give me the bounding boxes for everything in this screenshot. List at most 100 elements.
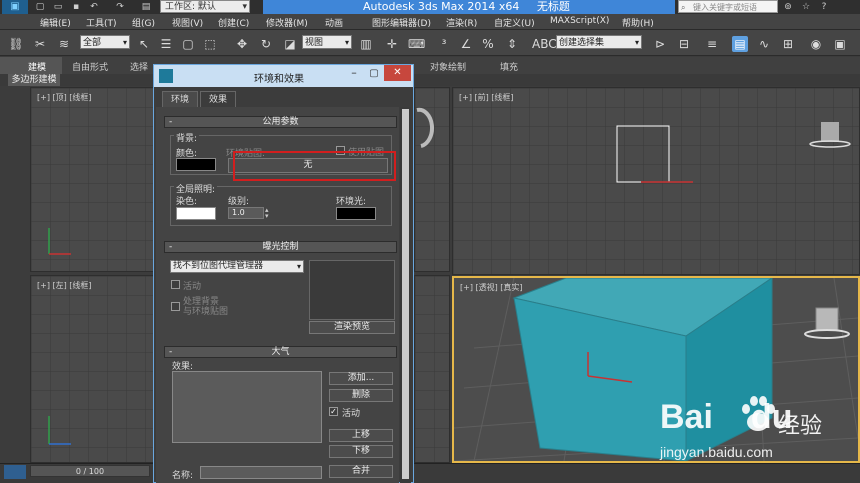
ribbon-tab-modeling[interactable]: 建模 xyxy=(28,60,46,73)
curve-editor-icon[interactable]: ∿ xyxy=(756,36,772,52)
baidu-paw-icon xyxy=(742,396,775,431)
exposure-active-checkbox[interactable] xyxy=(171,280,180,289)
mirror-icon[interactable]: ⊳ xyxy=(652,36,668,52)
bind-space-warp-icon[interactable]: ≋ xyxy=(56,36,72,52)
close-icon[interactable]: ✕ xyxy=(384,65,411,81)
window-crossing-icon[interactable]: ⬚ xyxy=(202,36,218,52)
tint-color-swatch[interactable] xyxy=(176,207,216,220)
select-link-icon[interactable]: ⛓ xyxy=(8,36,24,52)
ribbon-tab-freeform[interactable]: 自由形式 xyxy=(72,60,108,73)
delete-effect-button[interactable]: 删除 xyxy=(329,389,393,402)
keyboard-shortcut-icon[interactable]: ⌨ xyxy=(408,36,425,52)
effect-name-input[interactable] xyxy=(200,466,322,479)
percent-snap-icon[interactable]: % xyxy=(480,36,496,52)
rollout-common-params[interactable]: - 公用参数 xyxy=(164,116,397,128)
reference-coord-select[interactable]: 视图 ▾ xyxy=(302,35,352,49)
named-selection-select[interactable]: 创建选择集 ▾ xyxy=(556,35,642,49)
align-icon[interactable]: ⊟ xyxy=(676,36,692,52)
search-input[interactable]: ⌕ 键入关键字或短语 xyxy=(678,0,778,13)
viewport-front[interactable]: [+] [前] [线框] xyxy=(452,87,860,275)
select-object-icon[interactable]: ↖ xyxy=(136,36,152,52)
save-file-icon[interactable]: ▪ xyxy=(70,1,82,13)
redo-icon[interactable]: ↷ xyxy=(114,1,126,13)
viewport-left-label[interactable]: [+] [左] [线框] xyxy=(37,280,92,291)
menu-graph-editors[interactable]: 图形编辑器(D) xyxy=(372,16,431,29)
add-effect-button[interactable]: 添加... xyxy=(329,372,393,385)
help-icon[interactable]: ? xyxy=(818,1,830,13)
edit-named-selection-icon[interactable]: ABC xyxy=(532,36,557,52)
menu-tools[interactable]: 工具(T) xyxy=(86,16,117,29)
render-preview-button[interactable]: 渲染预览 xyxy=(309,321,395,334)
menu-customize[interactable]: 自定义(U) xyxy=(494,16,535,29)
exposure-type-select[interactable]: 找不到位图代理管理器 ▾ xyxy=(170,260,304,273)
rect-selection-icon[interactable]: ▢ xyxy=(180,36,196,52)
background-color-swatch[interactable] xyxy=(176,158,216,171)
minimize-icon[interactable]: – xyxy=(344,67,364,81)
ribbon-tab-object-paint[interactable]: 对象绘制 xyxy=(430,60,466,73)
level-input[interactable]: 1.0 xyxy=(228,207,264,219)
ambient-color-swatch[interactable] xyxy=(336,207,376,220)
app-logo-icon[interactable]: ▣ xyxy=(2,0,28,14)
level-spinner-icon[interactable]: ▴ ▾ xyxy=(265,207,273,220)
viewport-left-right-edge[interactable] xyxy=(414,275,450,463)
new-file-icon[interactable]: ▢ xyxy=(34,1,46,13)
tab-effects[interactable]: 效果 xyxy=(200,91,236,107)
viewport-top-right-edge[interactable] xyxy=(414,87,450,272)
menu-create[interactable]: 创建(C) xyxy=(218,16,249,29)
viewport-top[interactable]: [+] [顶] [线框] xyxy=(30,87,155,272)
move-icon[interactable]: ✥ xyxy=(234,36,250,52)
workspace-select[interactable]: 工作区: 默认 ▾ xyxy=(160,0,250,13)
atmosphere-active-checkbox[interactable]: ✓ xyxy=(329,407,338,416)
snap-toggle-icon[interactable]: ³ xyxy=(436,36,452,52)
viewport-grid xyxy=(453,88,859,274)
merge-button[interactable]: 合并 xyxy=(329,465,393,478)
hold-icon[interactable]: ▤ xyxy=(140,1,152,13)
move-up-button[interactable]: 上移 xyxy=(329,429,393,442)
ribbon-tab-populate[interactable]: 填充 xyxy=(500,60,518,73)
binoculars-icon[interactable]: ⊚ xyxy=(782,1,794,13)
move-down-button[interactable]: 下移 xyxy=(329,445,393,458)
rollout-atmosphere[interactable]: - 大气 xyxy=(164,346,397,358)
polygon-modeling-tab[interactable]: 多边形建模 xyxy=(8,74,60,86)
selection-filter-select[interactable]: 全部 ▾ xyxy=(80,35,130,49)
watermark-brand-a: Bai xyxy=(660,398,713,436)
menu-views[interactable]: 视图(V) xyxy=(172,16,203,29)
menu-group[interactable]: 组(G) xyxy=(132,16,155,29)
rollout-exposure[interactable]: - 曝光控制 xyxy=(164,241,397,253)
viewport-front-label[interactable]: [+] [前] [线框] xyxy=(459,92,514,103)
rotate-icon[interactable]: ↻ xyxy=(258,36,274,52)
tab-environment[interactable]: 环境 xyxy=(162,91,198,107)
viewport-perspective-label[interactable]: [+] [透视] [真实] xyxy=(460,282,523,293)
menu-rendering[interactable]: 渲染(R) xyxy=(446,16,477,29)
viewport-left[interactable]: [+] [左] [线框] xyxy=(30,275,155,463)
scrollbar-thumb[interactable] xyxy=(402,109,409,479)
undo-icon[interactable]: ↶ xyxy=(88,1,100,13)
maximize-icon[interactable]: ▢ xyxy=(364,67,384,81)
material-editor-icon[interactable]: ◉ xyxy=(808,36,824,52)
open-file-icon[interactable]: ▭ xyxy=(52,1,64,13)
menu-help[interactable]: 帮助(H) xyxy=(622,16,654,29)
ribbon-tab-selection[interactable]: 选择 xyxy=(130,60,148,73)
process-background-checkbox[interactable] xyxy=(171,302,180,311)
graphite-toolbar-icon[interactable]: ▤ xyxy=(732,36,748,52)
menu-modifiers[interactable]: 修改器(M) xyxy=(266,16,308,29)
effects-list[interactable] xyxy=(172,371,322,443)
unlink-icon[interactable]: ✂ xyxy=(32,36,48,52)
menu-animation[interactable]: 动画 xyxy=(325,16,343,29)
select-manipulate-icon[interactable]: ✛ xyxy=(384,36,400,52)
select-by-name-icon[interactable]: ☰ xyxy=(158,36,174,52)
menu-edit[interactable]: 编辑(E) xyxy=(40,16,71,29)
spinner-snap-icon[interactable]: ⇕ xyxy=(504,36,520,52)
time-slider[interactable]: 0 / 100 xyxy=(30,465,150,477)
watermark-url: jingyan.baidu.com xyxy=(660,444,773,460)
viewport-layout-icon[interactable] xyxy=(4,465,26,479)
angle-snap-icon[interactable]: ∠ xyxy=(458,36,474,52)
menu-maxscript[interactable]: MAXScript(X) xyxy=(550,16,609,26)
viewport-top-label[interactable]: [+] [顶] [线框] xyxy=(37,92,92,103)
layer-manager-icon[interactable]: ≡ xyxy=(704,36,720,52)
star-icon[interactable]: ☆ xyxy=(800,1,812,13)
schematic-view-icon[interactable]: ⊞ xyxy=(780,36,796,52)
pivot-center-icon[interactable]: ▥ xyxy=(358,36,374,52)
render-setup-icon[interactable]: ▣ xyxy=(832,36,848,52)
scale-icon[interactable]: ◪ xyxy=(282,36,298,52)
